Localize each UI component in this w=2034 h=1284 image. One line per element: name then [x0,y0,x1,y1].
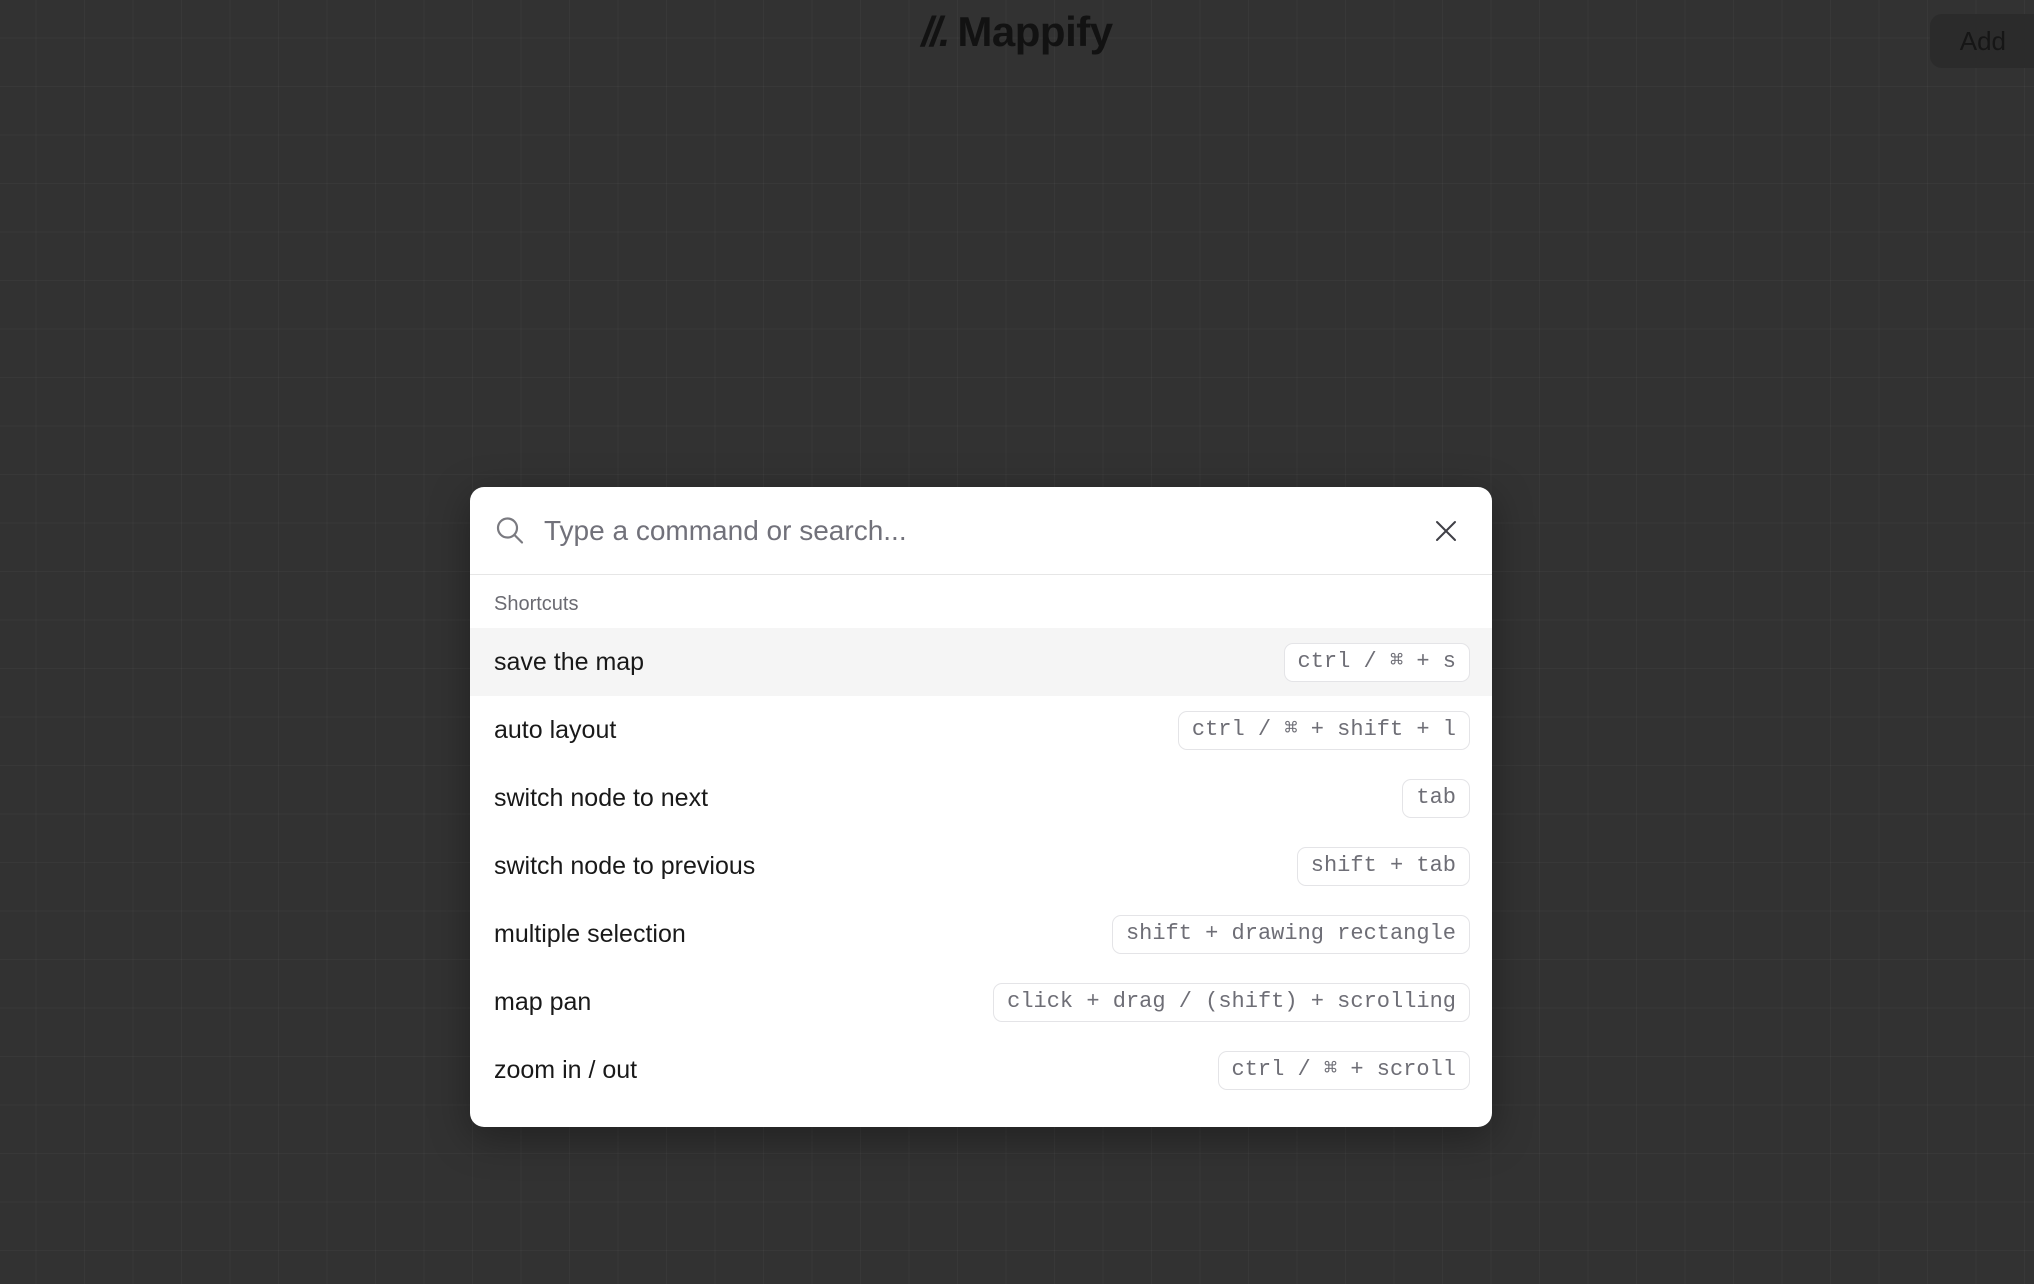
shortcut-key-badge: shift + drawing rectangle [1111,914,1470,954]
shortcut-key-badge: click + drag / (shift) + scrolling [993,982,1470,1022]
shortcut-key-badge: shift + tab [1296,846,1470,886]
shortcut-label: switch node to next [494,783,709,812]
shortcut-key-badge: ctrl / ⌘ + scroll [1217,1050,1470,1090]
app-logo: //. Mappify [921,8,1113,56]
shortcut-row[interactable]: save the map ctrl / ⌘ + s [470,628,1492,696]
shortcut-row[interactable]: switch node to next tab [470,764,1492,832]
shortcut-row[interactable]: multiple selection shift + drawing rectan… [470,900,1492,968]
shortcuts-list: Shortcuts save the map ctrl / ⌘ + s auto l… [470,575,1492,1127]
search-icon [496,516,524,544]
shortcut-label: switch node to previous [494,851,756,880]
search-input[interactable] [544,514,1412,547]
shortcut-key-badge: tab [1402,778,1470,818]
shortcut-row[interactable]: switch node to previous shift + tab [470,832,1492,900]
logo-mark-icon: //. [921,8,950,55]
shortcut-row[interactable]: zoom in / out ctrl / ⌘ + scroll [470,1036,1492,1104]
close-icon [1436,520,1456,541]
shortcut-rows: save the map ctrl / ⌘ + s auto layout ctrl … [470,628,1492,1104]
shortcut-key-badge: ctrl / ⌘ + shift + l [1177,710,1470,750]
shortcut-label: save the map [494,647,645,676]
shortcut-key-badge: ctrl / ⌘ + s [1283,642,1470,682]
add-button-label: Add [1959,25,2006,56]
add-button[interactable]: Add [1929,14,2034,68]
shortcuts-group-label: Shortcuts [494,593,579,615]
shortcut-label: zoom in / out [494,1055,638,1084]
command-palette-search-row [470,487,1492,575]
command-palette: Shortcuts save the map ctrl / ⌘ + s auto l… [470,487,1492,1127]
shortcut-label: auto layout [494,715,617,744]
close-button[interactable] [1426,511,1466,551]
shortcut-label: multiple selection [494,919,686,948]
shortcut-label: map pan [494,987,592,1016]
shortcut-row[interactable]: map pan click + drag / (shift) + scrollin… [470,968,1492,1036]
shortcut-row[interactable]: auto layout ctrl / ⌘ + shift + l [470,696,1492,764]
logo-text: Mappify [957,8,1113,55]
